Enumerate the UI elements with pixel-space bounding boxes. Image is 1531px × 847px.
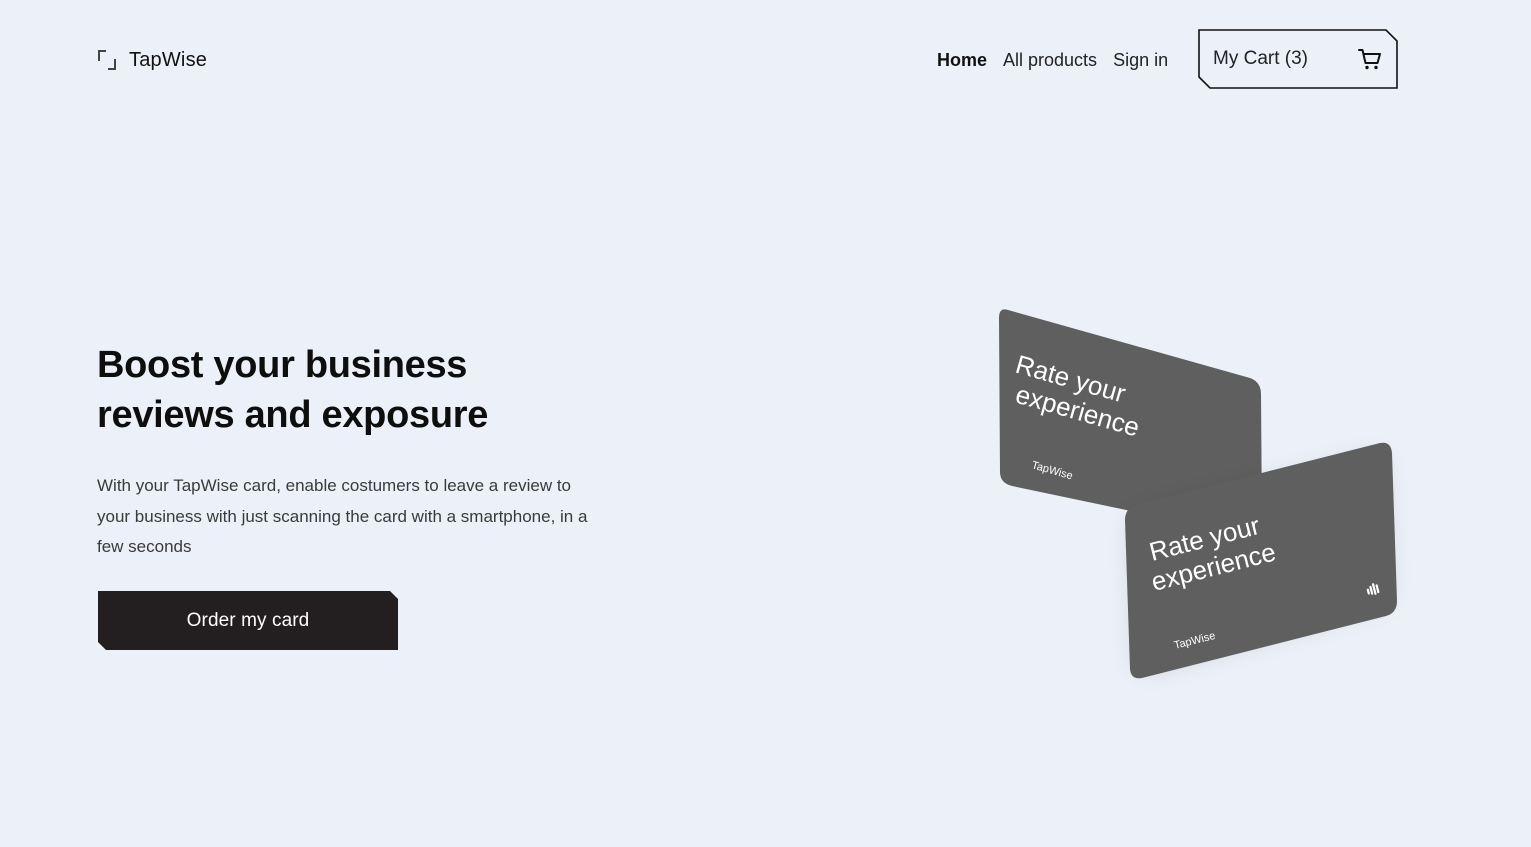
top-navigation: TapWise Home All products Sign in My Car…	[0, 0, 1531, 120]
nav-link-home[interactable]: Home	[937, 50, 987, 71]
hero-title: Boost your business reviews and exposure	[97, 340, 657, 440]
order-button-label: Order my card	[186, 609, 310, 631]
bracket-corners-icon	[98, 50, 116, 70]
main-nav-links: Home All products Sign in	[937, 48, 1168, 72]
nav-link-all-products[interactable]: All products	[1003, 50, 1097, 71]
cards-svg: Rate your experience TapWise Rate your e…	[999, 309, 1397, 679]
order-my-card-button[interactable]: Order my card	[98, 591, 398, 650]
product-cards-illustration: Rate your experience TapWise Rate your e…	[960, 290, 1430, 700]
nav-link-sign-in[interactable]: Sign in	[1113, 50, 1168, 71]
brand-name: TapWise	[129, 48, 208, 71]
hero-title-line-2: reviews and exposure	[97, 394, 489, 436]
my-cart-button[interactable]: My Cart (3)	[1198, 29, 1398, 89]
hero-title-line-1: Boost your business	[97, 344, 468, 386]
hero-description: With your TapWise card, enable costumers…	[97, 476, 588, 556]
cart-label: My Cart (3)	[1213, 48, 1308, 69]
brand-logo[interactable]: TapWise	[97, 48, 207, 72]
shopping-cart-icon	[1358, 49, 1381, 70]
